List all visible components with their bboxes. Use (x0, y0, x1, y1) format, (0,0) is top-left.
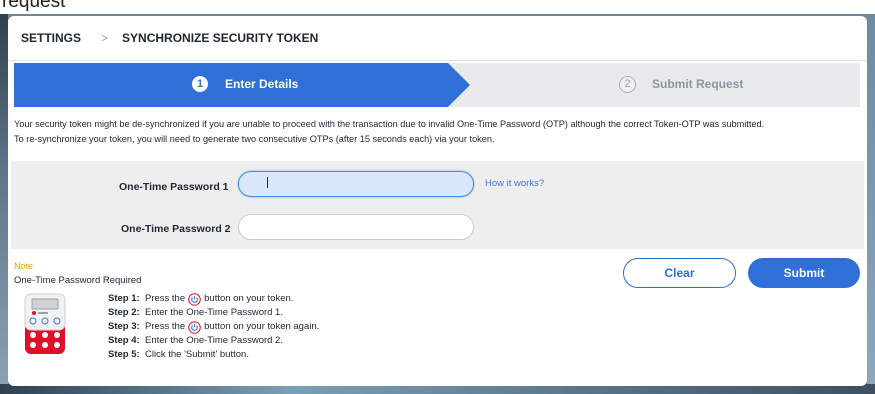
otp1-input[interactable] (238, 171, 474, 197)
breadcrumb: SETTINGS > SYNCHRONIZE SECURITY TOKEN (8, 16, 867, 61)
intro-line-1: Your security token might be de-synchron… (14, 119, 765, 129)
breadcrumb-current: SYNCHRONIZE SECURITY TOKEN (122, 31, 319, 45)
power-button-icon (188, 320, 201, 334)
instruction-step: Step 2: Enter the One-Time Password 1. (108, 307, 283, 318)
instruction-step: Step 1: Press the button on your token. (108, 292, 294, 306)
otp2-label: One-Time Password 2 (121, 223, 231, 235)
security-token-icon (24, 293, 66, 354)
page-top-strip: request (0, 0, 875, 14)
clear-button[interactable]: Clear (623, 258, 736, 288)
step-enter-details: 1 Enter Details (14, 63, 470, 107)
background-right (867, 14, 875, 394)
intro-text: Your security token might be de-synchron… (14, 117, 864, 147)
progress-stepper: 2 Submit Request 1 Enter Details (14, 63, 860, 107)
power-button-icon (188, 292, 201, 306)
how-it-works-link[interactable]: How it works? (485, 178, 544, 189)
page-heading-fragment: request (2, 0, 66, 12)
step-submit-request: 2 Submit Request (448, 63, 860, 107)
instruction-step: Step 3: Press the button on your token a… (108, 320, 320, 334)
step-number: 2 (619, 76, 636, 93)
intro-line-2: To re-synchronize your token, you will n… (14, 134, 495, 144)
instruction-steps: Step 1: Press the button on your token. … (108, 292, 319, 362)
otp2-input[interactable] (238, 214, 474, 240)
otp1-label: One-Time Password 1 (119, 181, 229, 193)
note-subtitle: One-Time Password Required (14, 275, 142, 286)
breadcrumb-separator: > (101, 31, 109, 45)
step-label: Enter Details (225, 77, 299, 91)
otp-form: One-Time Password 1 How it works? One-Ti… (11, 161, 864, 249)
text-caret (267, 177, 268, 188)
breadcrumb-settings[interactable]: SETTINGS (21, 31, 81, 45)
instruction-step: Step 5: Click the 'Submit' button. (108, 349, 249, 360)
submit-button[interactable]: Submit (748, 258, 860, 288)
instruction-step: Step 4: Enter the One-Time Password 2. (108, 335, 283, 346)
step-label: Submit Request (652, 77, 744, 91)
background-left (0, 14, 8, 394)
sync-token-dialog: SETTINGS > SYNCHRONIZE SECURITY TOKEN 2 … (8, 16, 867, 386)
note-title: Note (14, 261, 34, 271)
step-number: 1 (192, 76, 208, 92)
